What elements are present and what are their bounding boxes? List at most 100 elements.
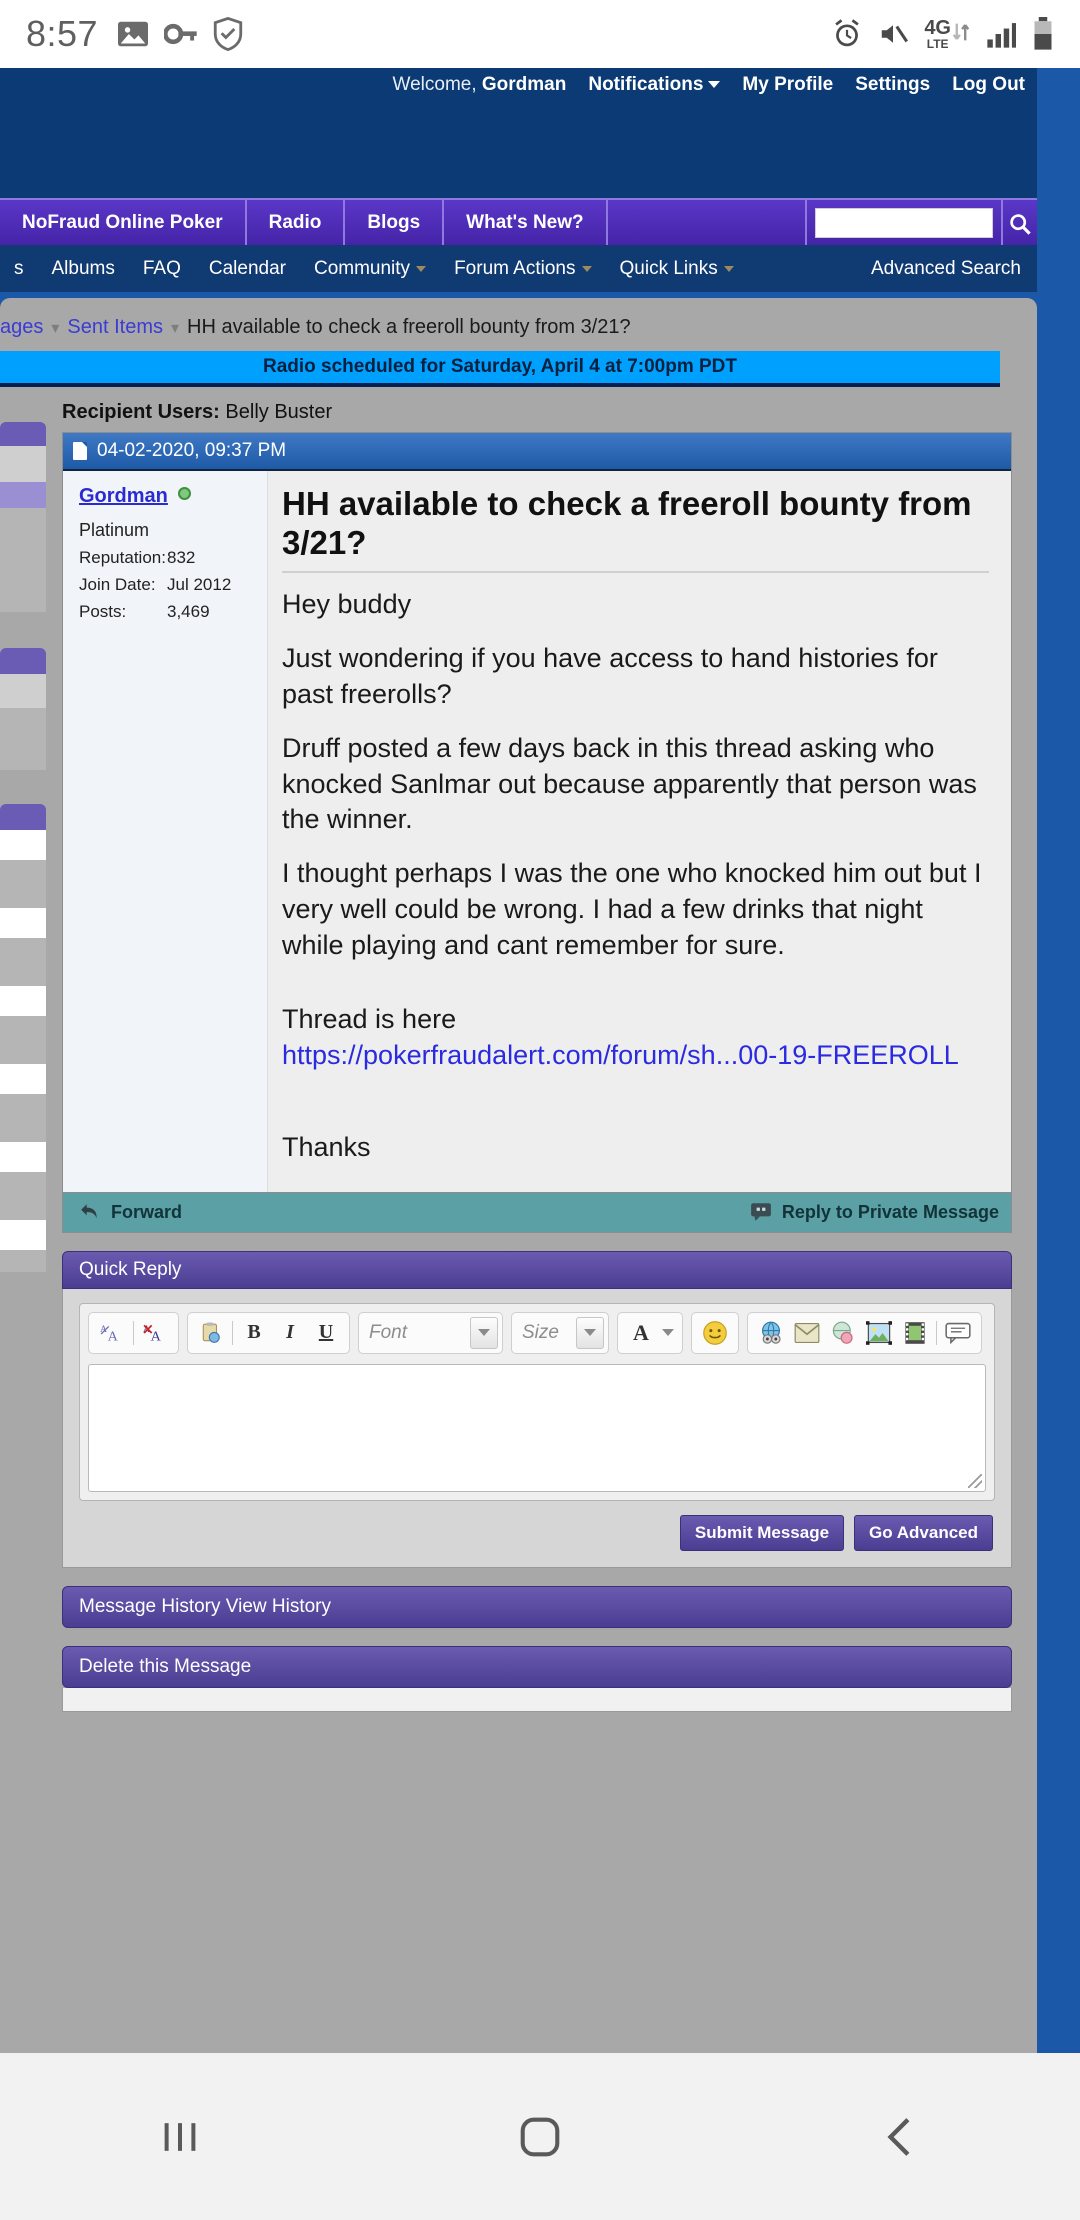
settings-link[interactable]: Settings bbox=[855, 74, 930, 96]
thread-link[interactable]: https://pokerfraudalert.com/forum/sh...0… bbox=[282, 1040, 959, 1070]
quote-icon[interactable] bbox=[943, 1318, 973, 1348]
link-icon[interactable] bbox=[756, 1318, 786, 1348]
user-links-bar: Welcome, Gordman Notifications My Profil… bbox=[393, 74, 1026, 96]
author-panel: Gordman Platinum Reputation: 832 Join Da… bbox=[63, 471, 268, 1192]
breadcrumb-item-messages[interactable]: ages bbox=[0, 316, 43, 339]
subnav-item-calendar[interactable]: Calendar bbox=[195, 258, 300, 280]
breadcrumb-separator: ▾ bbox=[171, 319, 180, 337]
forward-button[interactable]: Forward bbox=[79, 1202, 182, 1223]
4g-lte-icon: 4G LTE bbox=[924, 18, 970, 50]
breadcrumb: ages ▾ Sent Items ▾ HH available to chec… bbox=[0, 308, 1037, 349]
image-icon[interactable] bbox=[864, 1318, 894, 1348]
advanced-search-link[interactable]: Advanced Search bbox=[857, 258, 1037, 280]
message-history-strip[interactable]: Message History View History bbox=[62, 1585, 1012, 1628]
toolbar-separator bbox=[232, 1320, 233, 1345]
toolbar-group-smiley bbox=[691, 1311, 739, 1354]
subnav-item-faq[interactable]: FAQ bbox=[129, 258, 195, 280]
stat-value: 832 bbox=[167, 548, 196, 567]
primary-nav: NoFraud Online Poker Radio Blogs What's … bbox=[0, 198, 1037, 247]
nav-tab-nofraud-online-poker[interactable]: NoFraud Online Poker bbox=[0, 200, 247, 245]
notifications-link[interactable]: Notifications bbox=[588, 74, 721, 96]
message-body: Gordman Platinum Reputation: 832 Join Da… bbox=[63, 471, 1011, 1192]
left-edge-sidebar bbox=[0, 422, 46, 1272]
battery-icon bbox=[1032, 17, 1054, 51]
chevron-down-icon bbox=[662, 1329, 674, 1337]
video-icon[interactable] bbox=[900, 1318, 930, 1348]
breadcrumb-item-sent-items[interactable]: Sent Items bbox=[67, 316, 163, 339]
subnav-item-community[interactable]: Community bbox=[300, 258, 440, 280]
android-nav-bar bbox=[0, 2053, 1080, 2220]
nav-tab-whats-new[interactable]: What's New? bbox=[444, 200, 608, 245]
message-content: HH available to check a freeroll bounty … bbox=[268, 471, 1011, 1192]
status-time: 8:57 bbox=[26, 13, 99, 54]
reply-textarea[interactable] bbox=[88, 1363, 986, 1492]
submit-message-button[interactable]: Submit Message bbox=[679, 1514, 845, 1551]
font-select-label: Font bbox=[369, 1321, 408, 1343]
image-icon bbox=[116, 19, 150, 49]
author-stat-join-date: Join Date: Jul 2012 bbox=[79, 575, 255, 595]
online-status-icon bbox=[178, 487, 192, 500]
recipient-value: Belly Buster bbox=[225, 401, 333, 423]
search-input[interactable] bbox=[815, 207, 993, 238]
paste-icon[interactable] bbox=[196, 1318, 226, 1348]
remove-formatting-icon[interactable]: AA bbox=[97, 1318, 127, 1348]
chevron-down-icon bbox=[470, 1316, 498, 1349]
screen: 8:57 4G LTE Welcome, Gordman Notificatio… bbox=[0, 0, 1080, 2220]
go-advanced-button[interactable]: Go Advanced bbox=[854, 1514, 993, 1551]
subnav-item-quick-links[interactable]: Quick Links bbox=[606, 258, 748, 280]
author-name[interactable]: Gordman bbox=[79, 485, 168, 508]
reply-to-pm-button[interactable]: Reply to Private Message bbox=[750, 1202, 999, 1223]
nav-tab-radio[interactable]: Radio bbox=[247, 200, 346, 245]
log-out-link[interactable]: Log Out bbox=[952, 74, 1025, 96]
subnav-item-albums[interactable]: Albums bbox=[38, 258, 129, 280]
stat-key: Posts: bbox=[79, 602, 127, 621]
resize-grip[interactable] bbox=[968, 1473, 982, 1488]
message-paragraph: Druff posted a few days back in this thr… bbox=[282, 732, 977, 835]
network-type-label: 4G bbox=[924, 17, 951, 39]
svg-text:A: A bbox=[151, 1328, 162, 1343]
bold-icon[interactable]: B bbox=[239, 1318, 269, 1348]
undo-format-icon[interactable]: AA bbox=[140, 1318, 170, 1348]
stat-value: 3,469 bbox=[167, 602, 210, 621]
welcome-label: Welcome, bbox=[392, 74, 477, 95]
svg-text:A: A bbox=[108, 1328, 119, 1343]
nav-tab-blogs[interactable]: Blogs bbox=[345, 200, 445, 245]
status-left-icons bbox=[116, 17, 244, 51]
message-paragraph: Just wondering if you have access to han… bbox=[282, 642, 938, 709]
italic-icon[interactable]: I bbox=[275, 1318, 305, 1348]
home-icon[interactable] bbox=[440, 2053, 640, 2220]
alarm-icon bbox=[832, 19, 862, 49]
quick-reply-body: AA AA bbox=[62, 1288, 1012, 1568]
recipient-row: Recipient Users: Belly Buster bbox=[0, 387, 1037, 432]
my-profile-link[interactable]: My Profile bbox=[742, 74, 833, 96]
subnav-item-s[interactable]: s bbox=[0, 258, 38, 280]
message-footer: Forward Reply to Private Message bbox=[63, 1191, 1011, 1232]
android-status-bar: 8:57 4G LTE bbox=[0, 0, 1080, 68]
text-color-icon[interactable]: A bbox=[626, 1318, 656, 1348]
delete-message-strip[interactable]: Delete this Message bbox=[62, 1645, 1012, 1688]
quick-reply-header: Quick Reply bbox=[62, 1250, 1012, 1289]
stat-key: Reputation: bbox=[79, 548, 166, 567]
size-select-label: Size bbox=[522, 1321, 559, 1343]
underline-icon[interactable]: U bbox=[311, 1318, 341, 1348]
email-icon[interactable] bbox=[792, 1318, 822, 1348]
size-select[interactable]: Size bbox=[511, 1311, 609, 1354]
message-closing: Thanks bbox=[282, 1131, 371, 1162]
toolbar-separator bbox=[133, 1320, 134, 1345]
toolbar-group-formatting: AA AA bbox=[88, 1311, 179, 1354]
subnav-item-forum-actions[interactable]: Forum Actions bbox=[440, 258, 605, 280]
smiley-icon[interactable] bbox=[700, 1318, 730, 1348]
recent-apps-icon[interactable] bbox=[80, 2053, 280, 2220]
editor-toolbar: AA AA bbox=[88, 1311, 986, 1354]
unlink-icon[interactable] bbox=[828, 1318, 858, 1348]
toolbar-separator bbox=[936, 1320, 937, 1345]
reply-label: Reply to Private Message bbox=[781, 1201, 999, 1222]
recipient-label: Recipient Users: bbox=[62, 401, 220, 423]
announcement-banner[interactable]: Radio scheduled for Saturday, April 4 at… bbox=[0, 351, 1000, 387]
back-icon[interactable] bbox=[800, 2053, 1000, 2220]
message-header: 04-02-2020, 09:37 PM bbox=[63, 433, 1011, 471]
search-button[interactable] bbox=[1001, 200, 1037, 247]
font-select[interactable]: Font bbox=[358, 1311, 503, 1354]
message-title: HH available to check a freeroll bounty … bbox=[282, 485, 989, 573]
quick-reply-actions: Submit Message Go Advanced bbox=[79, 1514, 995, 1551]
